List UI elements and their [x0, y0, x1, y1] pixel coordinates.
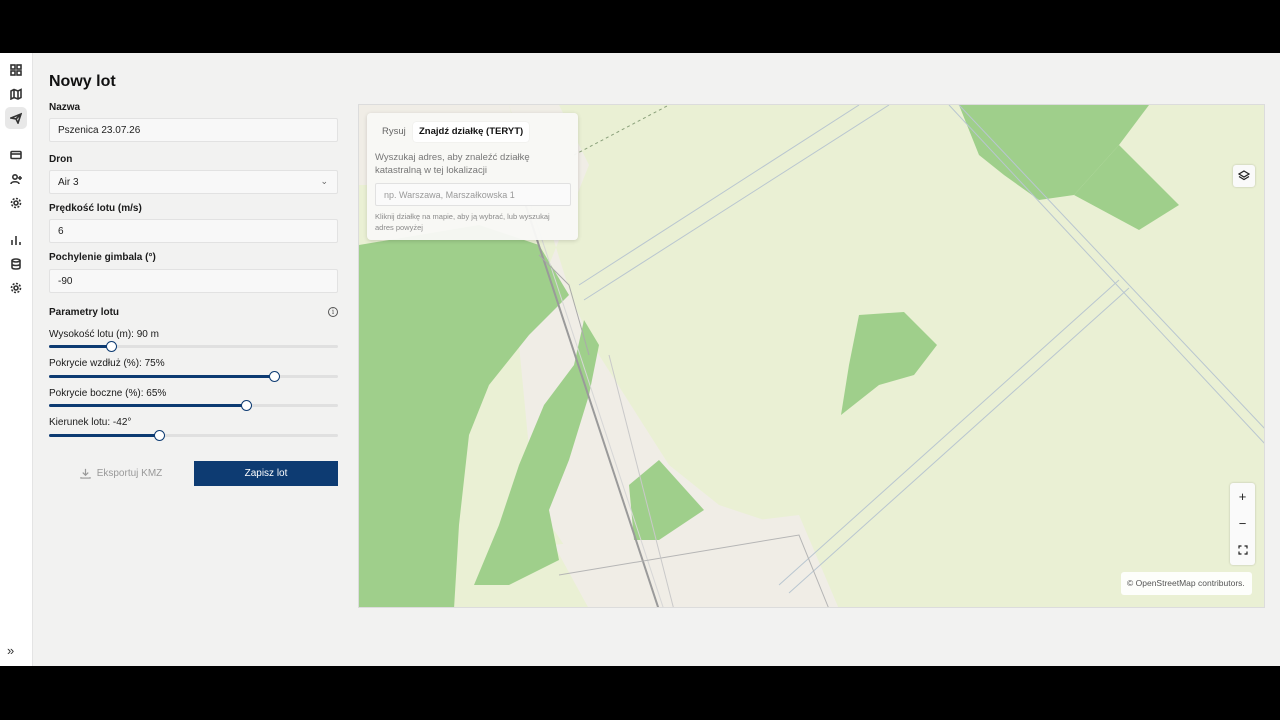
search-hint: Kliknij działkę na mapie, aby ją wybrać,… [375, 212, 550, 232]
page-title: Nowy lot [49, 73, 116, 90]
nav-rail: » [0, 53, 33, 666]
heading-slider[interactable] [49, 430, 338, 441]
name-label: Nazwa [49, 102, 81, 113]
download-icon [80, 468, 91, 479]
gimbal-label: Pochylenie gimbala (°) [49, 252, 156, 263]
flight-params-title: Parametry lotu [49, 307, 120, 318]
side-overlap-slider-label: Pokrycie boczne (%): 65% [49, 388, 167, 399]
parcel-search-card: Rysuj Znajdź działkę (TERYT) Wyszukaj ad… [367, 113, 578, 240]
front-overlap-slider[interactable] [49, 371, 338, 382]
gimbal-field[interactable]: -90 [49, 269, 338, 293]
front-overlap-slider-fill [49, 375, 275, 378]
heading-slider-label: Kierunek lotu: -42° [49, 417, 132, 428]
altitude-slider-thumb[interactable] [106, 341, 118, 352]
front-overlap-slider-label: Pokrycie wzdłuż (%): 75% [49, 358, 165, 369]
card-icon[interactable] [5, 144, 27, 166]
plane-icon[interactable] [5, 107, 27, 129]
map-attribution[interactable]: © OpenStreetMap contributors. [1121, 572, 1252, 595]
chevron-down-icon: ⌄ [320, 176, 328, 186]
export-kmz-button[interactable]: Eksportuj KMZ [49, 461, 193, 486]
export-kmz-label: Eksportuj KMZ [96, 468, 163, 479]
side-overlap-slider-thumb[interactable] [240, 400, 252, 411]
dashboard-icon[interactable] [5, 59, 27, 81]
name-field[interactable]: Pszenica 23.07.26 [49, 118, 338, 142]
info-icon[interactable]: i [328, 307, 338, 317]
drone-label: Dron [49, 154, 73, 165]
save-flight-button[interactable]: Zapisz lot [194, 461, 338, 486]
settings-icon[interactable] [5, 192, 27, 214]
drone-select[interactable]: Air 3 ⌄ [49, 170, 338, 194]
drone-select-value: Air 3 [58, 177, 79, 188]
app-screen: » Nowy lot Nazwa Pszenica 23.07.26 Dron … [0, 53, 1280, 666]
tab-find-parcel[interactable]: Znajdź działkę (TERYT) [413, 122, 530, 142]
speed-label: Prędkość lotu (m/s) [49, 203, 142, 214]
expand-sidebar-icon[interactable]: » [7, 643, 14, 658]
database-icon[interactable] [5, 253, 27, 275]
altitude-slider-label: Wysokość lotu (m): 90 m [49, 329, 159, 340]
map-zoom-controls: + − [1230, 483, 1255, 565]
altitude-slider[interactable] [49, 341, 338, 352]
front-overlap-slider-thumb[interactable] [269, 371, 281, 382]
altitude-slider-fill [49, 345, 112, 348]
heading-slider-thumb[interactable] [153, 430, 165, 441]
side-overlap-slider[interactable] [49, 400, 338, 411]
map-icon[interactable] [5, 83, 27, 105]
heading-slider-fill [49, 434, 159, 437]
layers-icon[interactable] [1233, 165, 1255, 187]
zoom-in-button[interactable]: + [1230, 483, 1255, 510]
gear-icon[interactable] [5, 277, 27, 299]
bar-chart-icon[interactable] [5, 229, 27, 251]
search-description: Wyszukaj adres, aby znaleźć działkę kata… [375, 152, 530, 176]
user-plus-icon[interactable] [5, 168, 27, 190]
speed-field[interactable]: 6 [49, 219, 338, 243]
tab-draw[interactable]: Rysuj [376, 122, 412, 142]
fullscreen-icon[interactable] [1230, 537, 1255, 564]
address-search-input[interactable]: np. Warszawa, Marszałkowska 1 [375, 183, 571, 206]
zoom-out-button[interactable]: − [1230, 510, 1255, 537]
side-overlap-slider-fill [49, 404, 246, 407]
